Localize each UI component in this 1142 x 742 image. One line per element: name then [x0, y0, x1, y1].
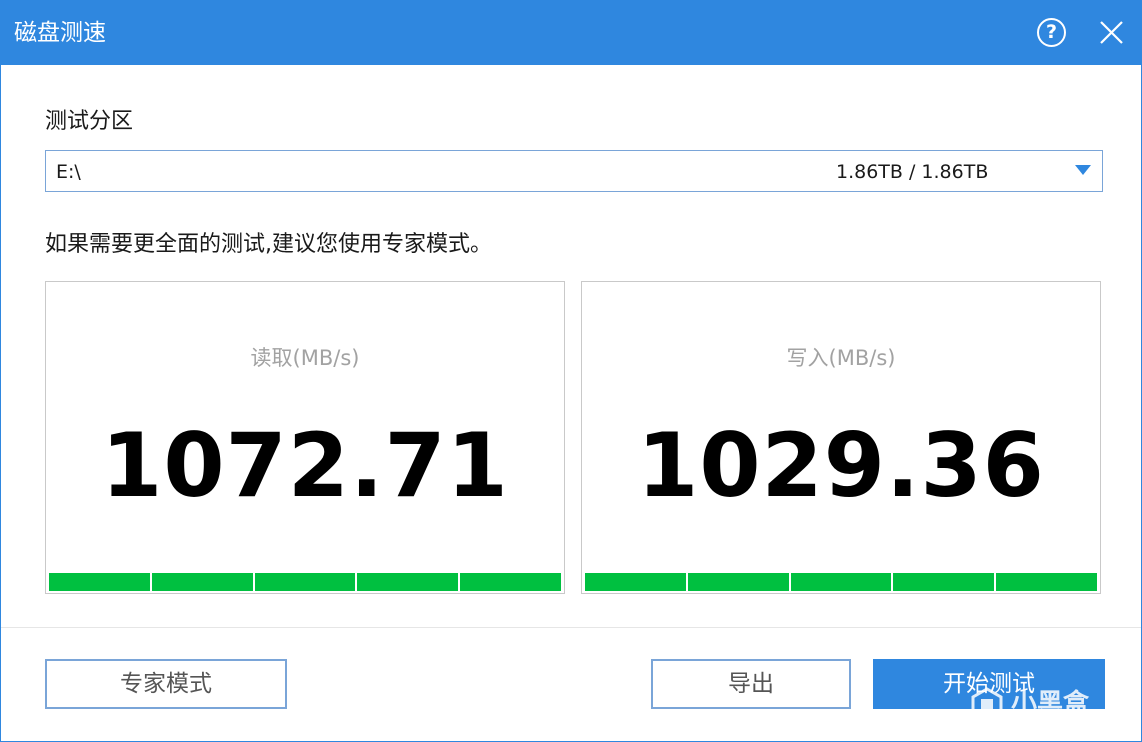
read-label: 读取(MB/s) [250, 346, 360, 370]
read-progress-bar [49, 573, 561, 591]
watermark: 小黑盒 [969, 685, 1119, 725]
progress-segment [790, 573, 892, 591]
read-value: 1072.71 [101, 414, 509, 517]
write-value: 1029.36 [637, 414, 1045, 517]
close-icon[interactable] [1097, 18, 1126, 47]
help-icon[interactable]: ? [1037, 18, 1066, 47]
partition-label: 测试分区 [45, 109, 134, 134]
progress-segment [460, 573, 561, 591]
partition-dropdown[interactable]: E:\ 1.86TB / 1.86TB [45, 150, 1103, 192]
footer-divider [1, 627, 1141, 628]
chevron-down-icon[interactable] [1075, 165, 1091, 175]
read-result-panel: 读取(MB/s) 1072.71 [45, 281, 565, 594]
progress-segment [996, 573, 1097, 591]
window-title: 磁盘测速 [14, 20, 106, 46]
progress-segment [687, 573, 789, 591]
export-button[interactable]: 导出 [651, 659, 851, 709]
partition-size: 1.86TB / 1.86TB [836, 161, 989, 183]
expert-hint-text: 如果需要更全面的测试,建议您使用专家模式。 [45, 232, 492, 257]
progress-segment [893, 573, 995, 591]
title-bar: 磁盘测速 ? [1, 1, 1141, 65]
disk-speed-window: 磁盘测速 ? 测试分区 E:\ 1.86TB / 1.86TB 如果需要更全面的… [0, 0, 1142, 742]
watermark-text: 小黑盒 [1011, 689, 1090, 719]
write-label: 写入(MB/s) [786, 346, 896, 370]
progress-segment [49, 573, 150, 591]
write-progress-bar [585, 573, 1097, 591]
write-result-panel: 写入(MB/s) 1029.36 [581, 281, 1101, 594]
partition-value: E:\ [56, 161, 81, 183]
progress-segment [357, 573, 459, 591]
watermark-logo-icon [971, 687, 1003, 723]
expert-mode-button[interactable]: 专家模式 [45, 659, 287, 709]
progress-segment [585, 573, 686, 591]
progress-segment [254, 573, 356, 591]
progress-segment [151, 573, 253, 591]
